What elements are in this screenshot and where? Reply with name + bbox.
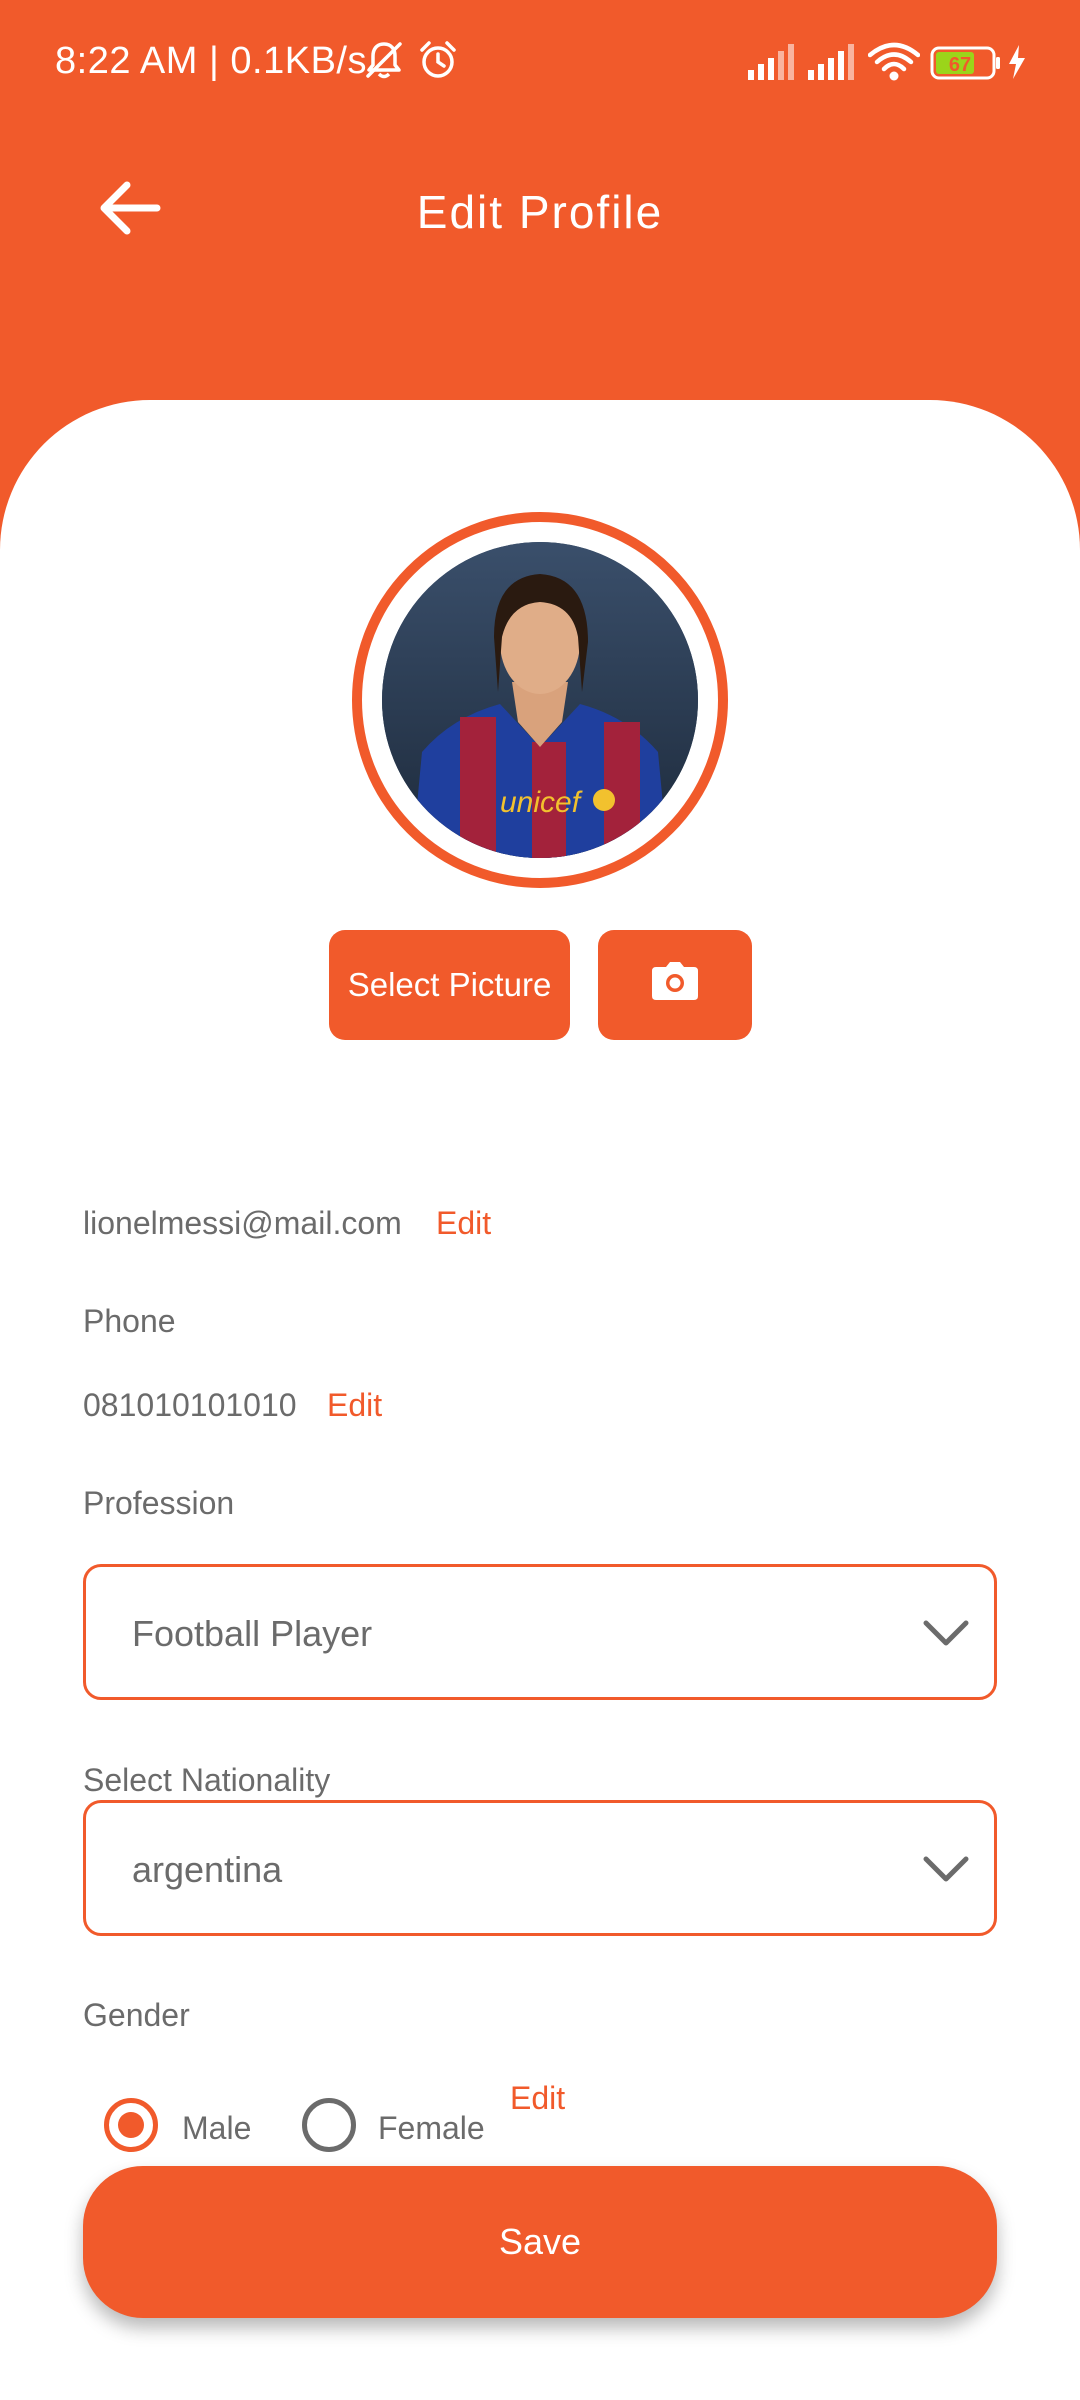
nationality-label: Select Nationality <box>83 1762 331 1798</box>
camera-button[interactable] <box>598 930 752 1040</box>
gender-label: Gender <box>83 1997 190 2033</box>
profession-selected: Football Player <box>132 1613 373 1654</box>
page-title: Edit Profile <box>416 186 664 238</box>
gender-male-radio[interactable] <box>104 2098 158 2152</box>
battery-icon: 67 <box>930 46 1002 85</box>
signal-icon <box>808 44 858 85</box>
email-value: lionelmessi@mail.com <box>83 1205 402 1241</box>
avatar: unicef <box>382 542 698 858</box>
profession-dropdown[interactable]: Football Player <box>83 1564 997 1700</box>
chevron-down-icon <box>920 1613 972 1653</box>
svg-text:unicef: unicef <box>500 786 583 819</box>
phone-label: Phone <box>83 1303 176 1339</box>
edit-phone-link[interactable]: Edit <box>327 1387 382 1424</box>
edit-gender-link[interactable]: Edit <box>510 2080 565 2117</box>
select-picture-button[interactable]: Select Picture <box>329 930 570 1040</box>
mute-bell-icon <box>362 38 406 87</box>
charging-icon <box>1006 44 1028 85</box>
profile-photo: unicef <box>382 542 698 858</box>
gender-female-label[interactable]: Female <box>378 2110 485 2147</box>
edit-email-link[interactable]: Edit <box>436 1205 491 1242</box>
signal-icon <box>748 44 798 85</box>
gender-male-label[interactable]: Male <box>182 2110 251 2147</box>
chevron-down-icon <box>920 1849 972 1889</box>
nationality-dropdown[interactable]: argentina <box>83 1800 997 1936</box>
camera-icon <box>651 961 699 1009</box>
nationality-selected: argentina <box>132 1849 283 1890</box>
status-bar: 8:22 AM | 0.1KB/s 67 <box>0 0 1080 130</box>
alarm-icon <box>416 38 460 87</box>
profession-label: Profession <box>83 1485 235 1521</box>
edit-profile-screen: 8:22 AM | 0.1KB/s 67 Edit Profile unicef… <box>0 0 1080 2400</box>
battery-level-text: 67 <box>949 54 971 76</box>
save-button[interactable]: Save <box>83 2166 997 2318</box>
status-time-speed: 8:22 AM | 0.1KB/s <box>55 40 367 82</box>
gender-female-radio[interactable] <box>302 2098 356 2152</box>
phone-value: 081010101010 <box>83 1387 297 1423</box>
wifi-icon <box>867 42 921 87</box>
